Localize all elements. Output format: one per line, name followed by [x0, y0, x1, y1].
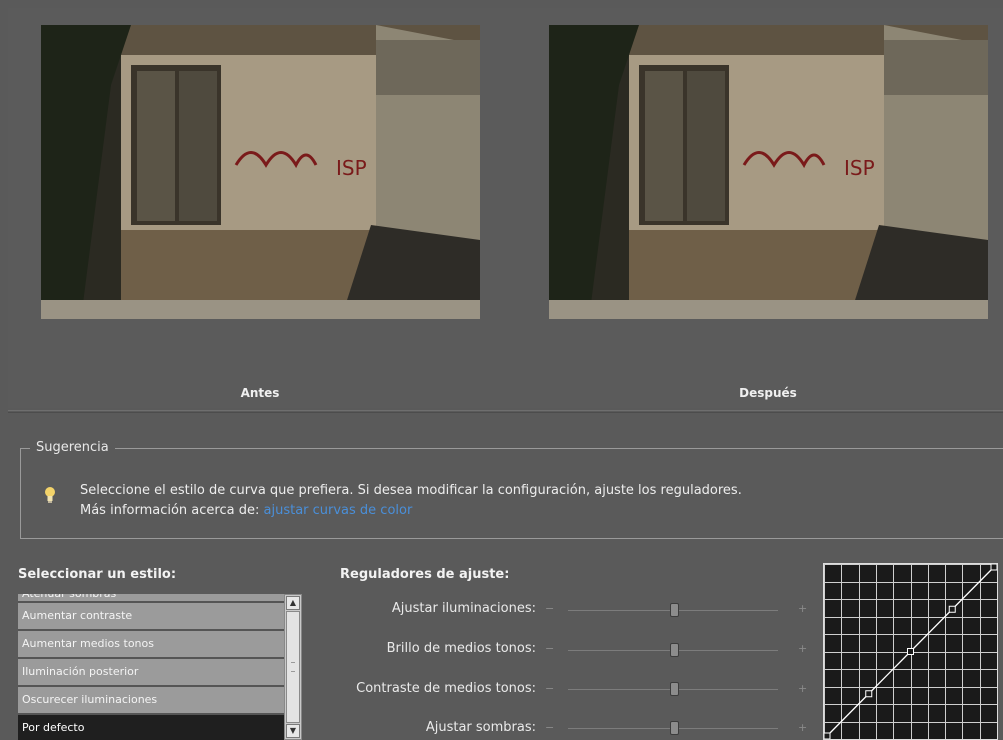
- curve-svg[interactable]: [823, 563, 998, 740]
- slider-label-sombras: Ajustar sombras:: [425, 720, 536, 735]
- divider: [8, 410, 1003, 411]
- slider-label-contraste: Contraste de medios tonos:: [356, 681, 536, 696]
- sliders-title: Reguladores de ajuste:: [340, 567, 510, 582]
- curve-point: [865, 690, 873, 698]
- after-label: Después: [739, 386, 797, 400]
- divider-shadow: [8, 412, 1003, 413]
- after-image: ISP: [549, 25, 988, 319]
- tip-text-line2: Más información acerca de: ajustar curva…: [80, 501, 980, 521]
- plus-icon: +: [798, 602, 808, 615]
- curve-graph[interactable]: [823, 563, 998, 740]
- plus-icon: +: [798, 642, 808, 655]
- curve-point: [823, 732, 831, 740]
- style-list-scrollbar[interactable]: ▲ ▼: [284, 594, 302, 740]
- slider-thumb-iluminaciones[interactable]: [670, 603, 679, 617]
- svg-text:ISP: ISP: [844, 156, 875, 180]
- style-item-atenuar-sombras[interactable]: Atenuar sombras: [18, 594, 284, 603]
- minus-icon: −: [545, 682, 555, 695]
- tip-text-prefix: Más información acerca de:: [80, 503, 260, 518]
- scroll-down-icon[interactable]: ▼: [286, 724, 300, 738]
- curves-help-link[interactable]: ajustar curvas de color: [264, 503, 413, 518]
- style-item-oscurecer-iluminaciones[interactable]: Oscurecer iluminaciones: [18, 687, 284, 715]
- lightbulb-icon: [43, 484, 57, 506]
- curve-point: [990, 563, 998, 571]
- style-item-por-defecto[interactable]: Por defecto: [18, 715, 284, 740]
- slider-thumb-brillo[interactable]: [670, 643, 679, 657]
- curve-point: [907, 648, 914, 655]
- slider-thumb-sombras[interactable]: [670, 721, 679, 735]
- tip-text-line1: Seleccione el estilo de curva que prefie…: [80, 483, 742, 498]
- style-item-aumentar-contraste[interactable]: Aumentar contraste: [18, 603, 284, 631]
- style-list[interactable]: Atenuar sombras Aumentar contraste Aumen…: [18, 594, 284, 740]
- before-image: ISP: [41, 25, 480, 319]
- curve-point: [948, 605, 956, 613]
- minus-icon: −: [545, 642, 555, 655]
- style-item-aumentar-medios-tonos[interactable]: Aumentar medios tonos: [18, 631, 284, 659]
- before-label: Antes: [240, 386, 280, 400]
- svg-text:ISP: ISP: [336, 156, 367, 180]
- plus-icon: +: [798, 682, 808, 695]
- tip-legend: Sugerencia: [30, 440, 115, 455]
- style-item-iluminacion-posterior[interactable]: Iluminación posterior: [18, 659, 284, 687]
- slider-label-brillo: Brillo de medios tonos:: [386, 641, 536, 656]
- plus-icon: +: [798, 721, 808, 734]
- minus-icon: −: [545, 602, 555, 615]
- grip-icon: [291, 662, 295, 672]
- slider-label-iluminaciones: Ajustar iluminaciones:: [391, 601, 536, 616]
- slider-thumb-contraste[interactable]: [670, 682, 679, 696]
- styles-title: Seleccionar un estilo:: [18, 567, 177, 582]
- scroll-up-icon[interactable]: ▲: [286, 596, 300, 610]
- scroll-thumb[interactable]: [286, 611, 300, 723]
- minus-icon: −: [545, 721, 555, 734]
